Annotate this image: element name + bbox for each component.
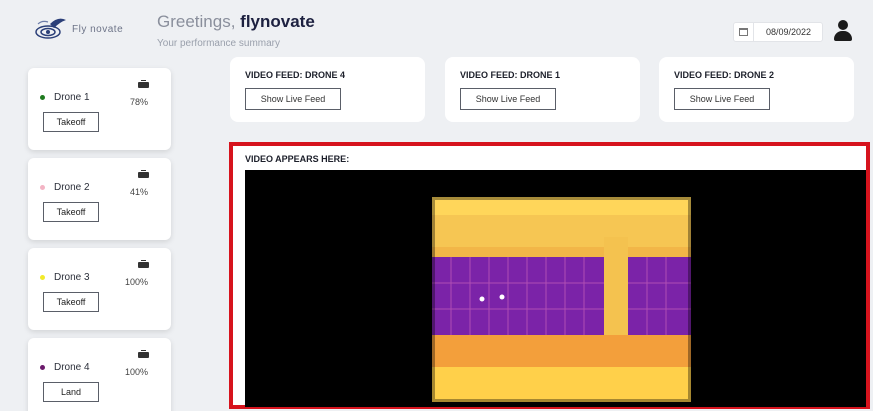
battery-level: 100% [124,277,148,287]
brand-name: Fly novate [72,23,124,35]
feed-title: VIDEO FEED: DRONE 2 [674,70,775,80]
battery-icon [138,350,149,358]
top-bar: Fly novate Greetings, flynovate Your per… [0,0,873,60]
battery-level: 100% [124,367,148,377]
greeting: Greetings, flynovate Your performance su… [157,12,315,49]
user-name: flynovate [240,12,315,31]
brand-logo[interactable]: Fly novate [32,14,123,44]
video-label: VIDEO APPEARS HERE: [245,154,350,164]
battery-level: 41% [129,187,148,197]
battery-icon [138,260,149,268]
video-player[interactable] [245,170,866,407]
feed-title: VIDEO FEED: DRONE 4 [245,70,346,80]
feed-card-drone-1: VIDEO FEED: DRONE 1 Show Live Feed [445,57,640,122]
greeting-prefix: Greetings, [157,12,241,31]
show-live-feed-button[interactable]: Show Live Feed [460,88,556,110]
drone-logo-icon [32,14,68,44]
drone-card-1: Drone 1 78% Takeoff [28,68,171,150]
drone-card-3: Drone 3 100% Takeoff [28,248,171,330]
thermal-video-frame [432,197,691,402]
takeoff-button[interactable]: Takeoff [43,292,99,312]
takeoff-button[interactable]: Takeoff [43,112,99,132]
date-value: 08/09/2022 [766,27,812,37]
battery-level: 78% [129,97,148,107]
show-live-feed-button[interactable]: Show Live Feed [245,88,341,110]
show-live-feed-button[interactable]: Show Live Feed [674,88,770,110]
feed-title: VIDEO FEED: DRONE 1 [460,70,561,80]
battery-icon [138,170,149,178]
land-button[interactable]: Land [43,382,99,402]
page-title: Greetings, flynovate [157,12,315,32]
takeoff-button[interactable]: Takeoff [43,202,99,222]
calendar-icon[interactable] [734,23,754,41]
page-subtitle: Your performance summary [157,38,281,49]
drone-card-2: Drone 2 41% Takeoff [28,158,171,240]
video-panel: VIDEO APPEARS HERE: [229,142,870,409]
feed-card-drone-2: VIDEO FEED: DRONE 2 Show Live Feed [659,57,854,122]
drone-card-4: Drone 4 100% Land [28,338,171,411]
feed-card-drone-4: VIDEO FEED: DRONE 4 Show Live Feed [230,57,425,122]
thermal-image [432,197,691,402]
user-icon[interactable] [834,20,852,42]
date-picker[interactable]: 08/09/2022 [733,22,823,42]
battery-icon [138,80,149,88]
